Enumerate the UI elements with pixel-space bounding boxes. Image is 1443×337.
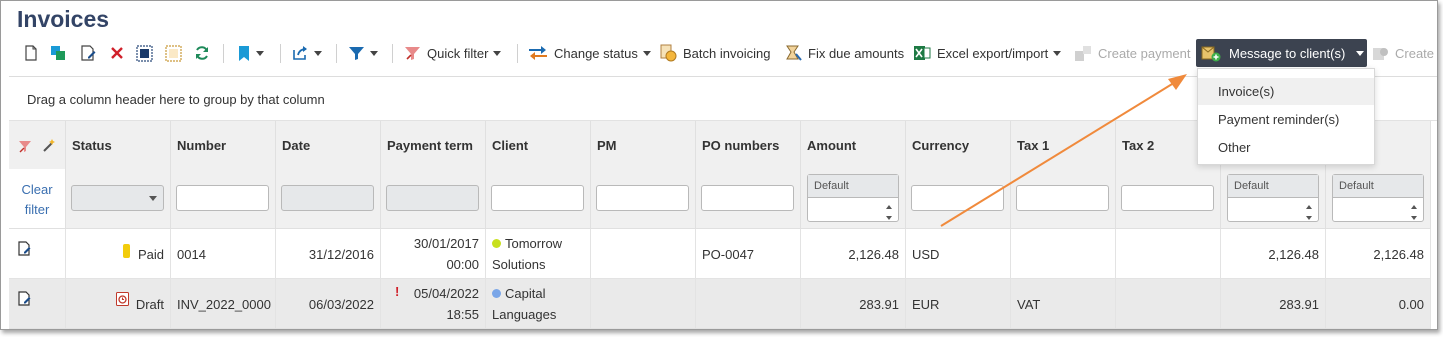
invoices-window: Invoices Quick filter Change status Batc… bbox=[0, 0, 1438, 330]
annotation-arrow bbox=[940, 74, 1187, 227]
